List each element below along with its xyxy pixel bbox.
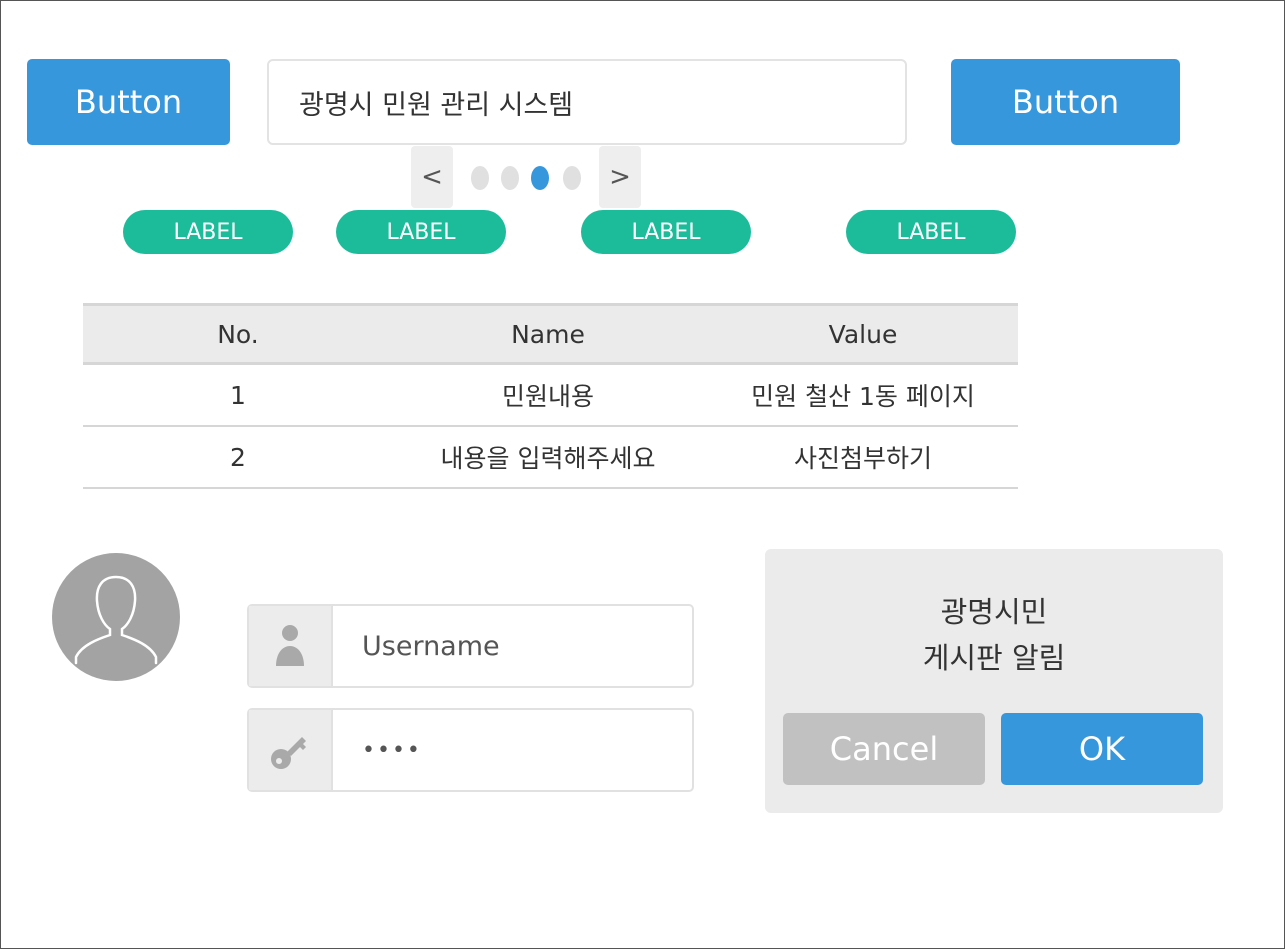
dialog-message: 광명시민 게시판 알림: [765, 589, 1223, 681]
table-row[interactable]: 1 민원내용 민원 철산 1동 페이지: [83, 365, 1018, 427]
user-icon-box: [249, 606, 333, 686]
cell-no: 1: [230, 380, 246, 410]
label-badge: LABEL: [846, 210, 1016, 254]
header-value: Value: [828, 319, 898, 349]
cell-name: 민원내용: [501, 382, 594, 411]
table-header: No. Name Value: [83, 303, 1018, 365]
notice-dialog: 광명시민 게시판 알림 Cancel OK: [765, 549, 1223, 813]
pager-dot-active[interactable]: [531, 166, 549, 190]
label-badge: LABEL: [581, 210, 751, 254]
pager-dot[interactable]: [501, 166, 519, 190]
password-field[interactable]: ••••: [247, 708, 694, 792]
window-frame: Button 광명시 민원 관리 시스템 Button < > LABEL LA…: [0, 0, 1285, 949]
header-no: No.: [217, 319, 259, 349]
pager-dot[interactable]: [563, 166, 581, 190]
pager-prev-button[interactable]: <: [411, 146, 453, 208]
user-silhouette-icon: [74, 575, 158, 665]
cell-no: 2: [230, 442, 246, 472]
left-button[interactable]: Button: [27, 59, 230, 145]
username-placeholder: Username: [362, 630, 500, 662]
table-row[interactable]: 2 내용을 입력해주세요 사진첨부하기: [83, 427, 1018, 489]
pager-dot[interactable]: [471, 166, 489, 190]
user-icon: [276, 625, 304, 666]
cell-value: 사진첨부하기: [793, 444, 932, 473]
title-input[interactable]: 광명시 민원 관리 시스템: [267, 59, 907, 145]
dialog-line-1: 광명시민: [940, 595, 1048, 629]
password-value: ••••: [362, 737, 422, 763]
cell-name: 내용을 입력해주세요: [440, 444, 656, 473]
cancel-button[interactable]: Cancel: [783, 713, 985, 785]
pager-next-button[interactable]: >: [599, 146, 641, 208]
dialog-line-2: 게시판 알림: [922, 641, 1066, 675]
key-icon-box: [249, 710, 333, 790]
right-button[interactable]: Button: [951, 59, 1180, 145]
username-field[interactable]: Username: [247, 604, 694, 688]
ok-button[interactable]: OK: [1001, 713, 1203, 785]
key-icon: [271, 737, 306, 769]
avatar: [52, 553, 180, 681]
cell-value: 민원 철산 1동 페이지: [751, 382, 975, 411]
label-badge: LABEL: [336, 210, 506, 254]
header-name: Name: [511, 319, 585, 349]
data-table: No. Name Value 1 민원내용 민원 철산 1동 페이지 2 내용을…: [83, 303, 1018, 489]
label-badge: LABEL: [123, 210, 293, 254]
